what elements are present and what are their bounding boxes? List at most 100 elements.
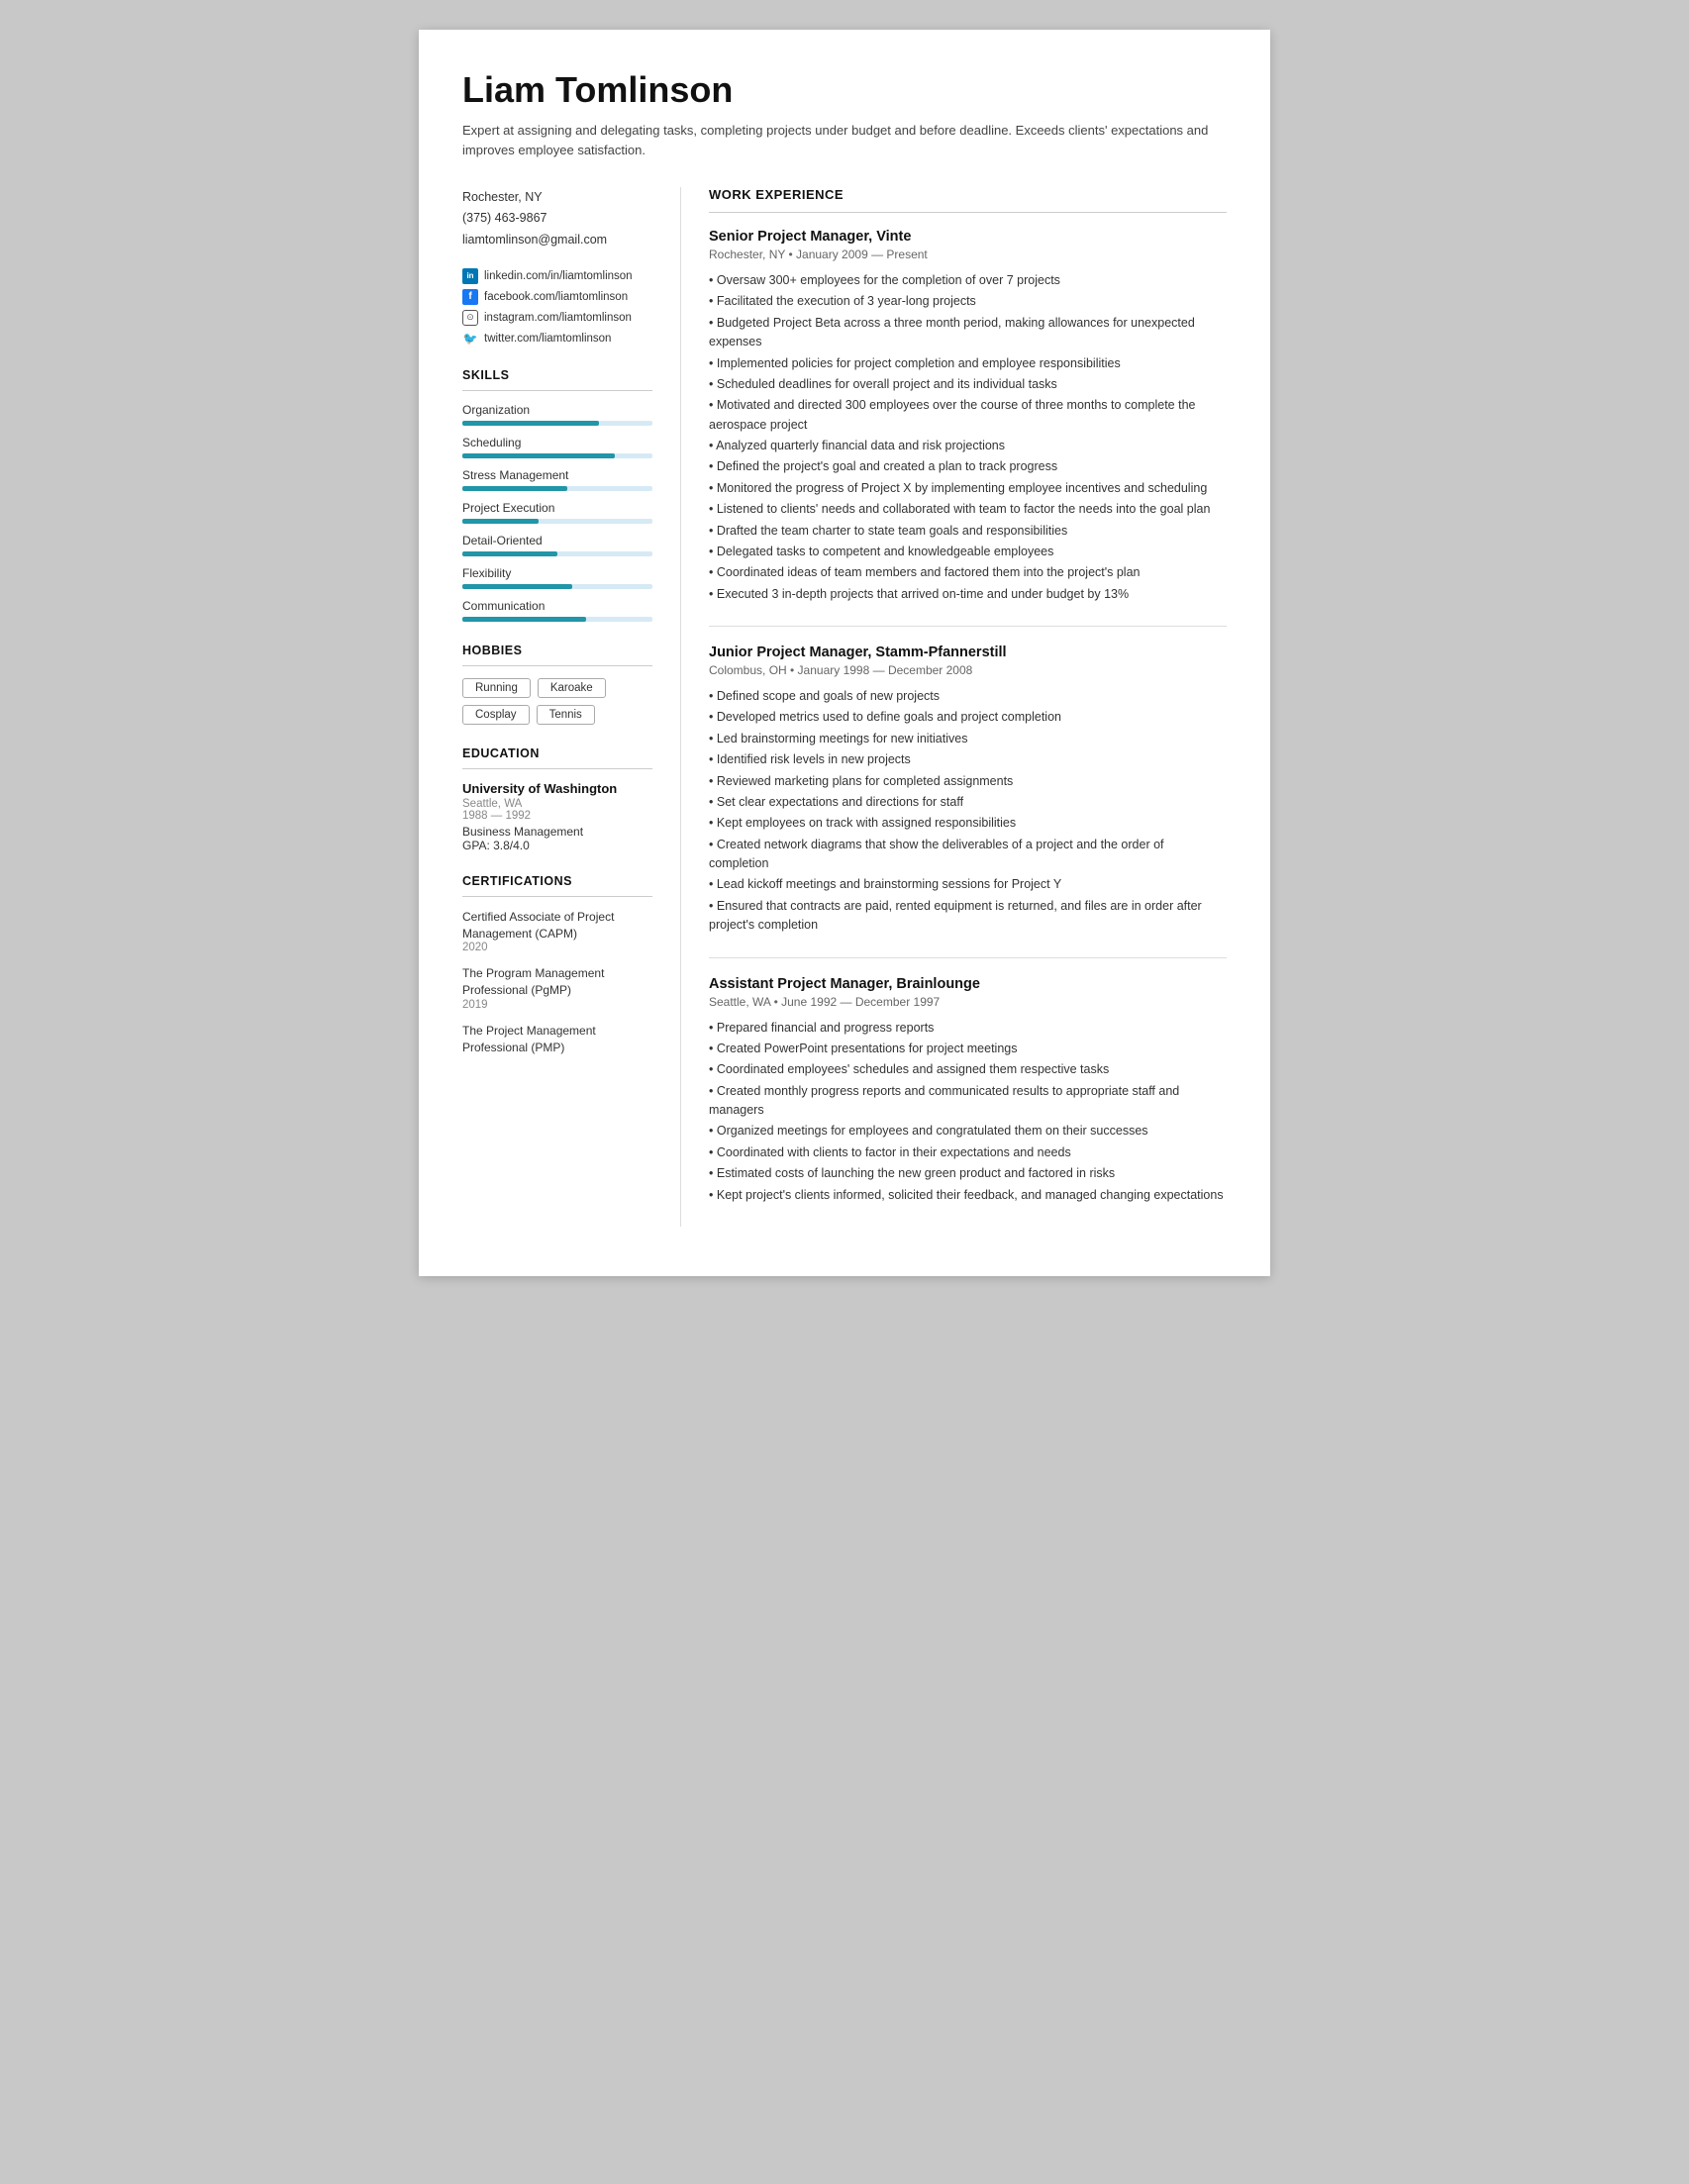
jobs-list: Senior Project Manager, Vinte Rochester,… [709, 229, 1227, 1205]
skill-name: Stress Management [462, 468, 652, 482]
skills-section: SKILLS Organization Scheduling Stress Ma… [462, 368, 652, 622]
job-meta: Seattle, WA • June 1992 — December 1997 [709, 995, 1227, 1009]
skill-bar-fill [462, 486, 567, 491]
job-bullet: Developed metrics used to define goals a… [709, 708, 1227, 727]
job-bullets: Prepared financial and progress reportsC… [709, 1019, 1227, 1205]
skill-name: Communication [462, 599, 652, 613]
certifications-section: CERTIFICATIONS Certified Associate of Pr… [462, 874, 652, 1056]
edu-location: Seattle, WA [462, 798, 652, 810]
work-experience-title: WORK EXPERIENCE [709, 187, 1227, 202]
hobbies-tags: Running Karoake Cosplay Tennis [462, 678, 652, 725]
skill-bar-background [462, 617, 652, 622]
work-divider [709, 212, 1227, 213]
job-bullet: Drafted the team charter to state team g… [709, 522, 1227, 541]
right-column: WORK EXPERIENCE Senior Project Manager, … [680, 187, 1227, 1227]
job-bullet: Coordinated with clients to factor in th… [709, 1143, 1227, 1162]
job-bullet: Scheduled deadlines for overall project … [709, 375, 1227, 394]
hobby-tag: Karoake [538, 678, 606, 698]
hobby-tag: Cosplay [462, 705, 530, 725]
skill-name: Organization [462, 403, 652, 417]
hobbies-divider [462, 665, 652, 666]
job-bullet: Identified risk levels in new projects [709, 750, 1227, 769]
twitter-label: twitter.com/liamtomlinson [484, 333, 611, 345]
job-bullet: Lead kickoff meetings and brainstorming … [709, 875, 1227, 894]
cert-year: 2019 [462, 999, 652, 1011]
job-bullet: Kept employees on track with assigned re… [709, 814, 1227, 833]
job-title: Senior Project Manager, Vinte [709, 229, 1227, 245]
job-bullet: Led brainstorming meetings for new initi… [709, 730, 1227, 748]
certifications-title: CERTIFICATIONS [462, 874, 652, 888]
skill-name: Flexibility [462, 566, 652, 580]
skill-bar-fill [462, 617, 586, 622]
certification-item: The Project Management Professional (PMP… [462, 1023, 652, 1056]
hobby-tag: Running [462, 678, 531, 698]
contact-location: Rochester, NY [462, 187, 652, 208]
skill-bar-fill [462, 584, 572, 589]
facebook-label: facebook.com/liamtomlinson [484, 291, 628, 303]
job-bullet: Implemented policies for project complet… [709, 354, 1227, 373]
skill-bar-fill [462, 551, 557, 556]
skill-bar-background [462, 551, 652, 556]
skills-divider [462, 390, 652, 391]
resume-header: Liam Tomlinson Expert at assigning and d… [462, 69, 1227, 159]
hobbies-section: HOBBIES Running Karoake Cosplay Tennis [462, 644, 652, 725]
certification-item: The Program Management Professional (PgM… [462, 965, 652, 1011]
skill-bar-background [462, 421, 652, 426]
left-column: Rochester, NY (375) 463-9867 liamtomlins… [462, 187, 680, 1227]
skill-item: Flexibility [462, 566, 652, 589]
education-section: EDUCATION University of Washington Seatt… [462, 746, 652, 852]
certification-item: Certified Associate of Project Managemen… [462, 909, 652, 954]
skill-bar-background [462, 519, 652, 524]
linkedin-icon: in [462, 268, 478, 284]
job-bullets: Oversaw 300+ employees for the completio… [709, 271, 1227, 604]
job-bullet: Analyzed quarterly financial data and ri… [709, 437, 1227, 455]
linkedin-label: linkedin.com/in/liamtomlinson [484, 270, 633, 282]
skill-name: Scheduling [462, 436, 652, 449]
job-bullet: Estimated costs of launching the new gre… [709, 1164, 1227, 1183]
job-bullets: Defined scope and goals of new projects D… [709, 687, 1227, 936]
skill-bar-fill [462, 421, 599, 426]
social-linkedin: in linkedin.com/in/liamtomlinson [462, 268, 652, 284]
job-bullet: Motivated and directed 300 employees ove… [709, 396, 1227, 435]
skill-bar-background [462, 486, 652, 491]
cert-name: The Program Management Professional (PgM… [462, 965, 652, 999]
skill-item: Organization [462, 403, 652, 426]
skill-bar-background [462, 453, 652, 458]
skills-list: Organization Scheduling Stress Managemen… [462, 403, 652, 622]
job-block: Senior Project Manager, Vinte Rochester,… [709, 229, 1227, 604]
facebook-icon: f [462, 289, 478, 305]
candidate-name: Liam Tomlinson [462, 69, 1227, 111]
job-bullet: Listened to clients' needs and collabora… [709, 500, 1227, 519]
job-bullet: Defined scope and goals of new projects [709, 687, 1227, 706]
job-block: Junior Project Manager, Stamm-Pfannersti… [709, 626, 1227, 936]
edu-school: University of Washington [462, 781, 652, 796]
social-facebook: f facebook.com/liamtomlinson [462, 289, 652, 305]
job-bullet: Coordinated ideas of team members and fa… [709, 563, 1227, 582]
job-bullet: Created monthly progress reports and com… [709, 1082, 1227, 1121]
job-title: Assistant Project Manager, Brainlounge [709, 976, 1227, 992]
contact-email: liamtomlinson@gmail.com [462, 230, 652, 250]
skill-bar-fill [462, 453, 615, 458]
cert-name: The Project Management Professional (PMP… [462, 1023, 652, 1056]
main-layout: Rochester, NY (375) 463-9867 liamtomlins… [462, 187, 1227, 1227]
education-divider [462, 768, 652, 769]
hobbies-title: HOBBIES [462, 644, 652, 657]
job-bullet: Ensured that contracts are paid, rented … [709, 897, 1227, 936]
skill-item: Scheduling [462, 436, 652, 458]
instagram-label: instagram.com/liamtomlinson [484, 312, 632, 324]
job-title: Junior Project Manager, Stamm-Pfannersti… [709, 645, 1227, 660]
skill-item: Detail-Oriented [462, 534, 652, 556]
job-bullet: Defined the project's goal and created a… [709, 457, 1227, 476]
certifications-list: Certified Associate of Project Managemen… [462, 909, 652, 1056]
job-bullet: Delegated tasks to competent and knowled… [709, 543, 1227, 561]
education-list: University of Washington Seattle, WA 198… [462, 781, 652, 852]
job-block: Assistant Project Manager, Brainlounge S… [709, 957, 1227, 1205]
skill-bar-background [462, 584, 652, 589]
job-meta: Rochester, NY • January 2009 — Present [709, 248, 1227, 261]
hobby-tag: Tennis [537, 705, 595, 725]
job-bullet: Coordinated employees' schedules and ass… [709, 1060, 1227, 1079]
candidate-summary: Expert at assigning and delegating tasks… [462, 121, 1227, 159]
twitter-icon: 🐦 [462, 331, 478, 347]
certifications-divider [462, 896, 652, 897]
skill-bar-fill [462, 519, 539, 524]
